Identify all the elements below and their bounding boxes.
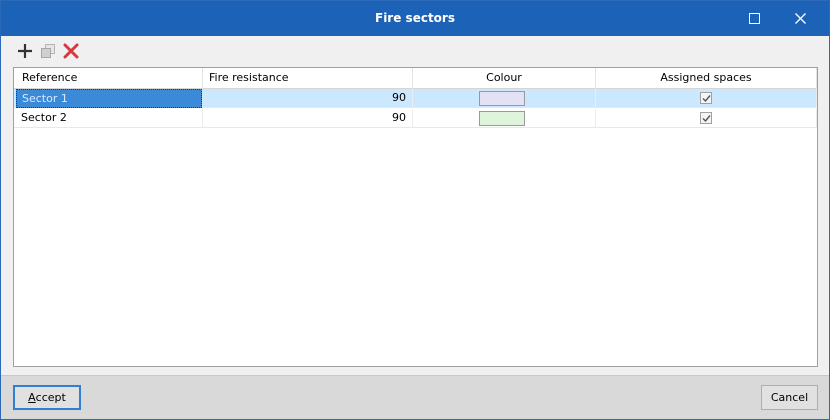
column-header-reference[interactable]: Reference <box>14 68 203 89</box>
colour-cell[interactable] <box>413 89 596 108</box>
column-header-colour[interactable]: Colour <box>413 68 596 89</box>
assigned-spaces-cell <box>596 109 817 128</box>
assigned-spaces-checkbox[interactable] <box>700 112 712 124</box>
add-button[interactable] <box>15 41 35 61</box>
cancel-button[interactable]: Cancel <box>761 385 818 410</box>
close-icon <box>794 13 806 24</box>
window-title: Fire sectors <box>375 11 455 25</box>
copy-button[interactable] <box>38 41 58 61</box>
accept-button[interactable]: Accept <box>13 385 81 410</box>
assigned-spaces-checkbox[interactable] <box>700 92 712 104</box>
column-header-fire-resistance[interactable]: Fire resistance <box>203 68 413 89</box>
table-row[interactable]: Sector 1 90 <box>14 89 817 108</box>
reference-cell[interactable]: Sector 1 <box>16 89 202 108</box>
accept-mnemonic: A <box>28 391 36 404</box>
fire-sectors-dialog: Fire sectors Reference Fire resistance C… <box>0 0 830 420</box>
checkmark-icon <box>702 114 711 122</box>
add-icon <box>18 44 32 58</box>
delete-button[interactable] <box>61 41 81 61</box>
maximize-icon <box>748 13 760 24</box>
colour-swatch[interactable] <box>479 91 525 106</box>
colour-swatch[interactable] <box>479 111 525 126</box>
delete-icon <box>63 43 79 59</box>
fire-resistance-cell[interactable]: 90 <box>203 89 413 108</box>
reference-cell[interactable]: Sector 2 <box>14 109 203 128</box>
assigned-spaces-cell <box>596 89 817 108</box>
close-button[interactable] <box>777 1 823 36</box>
title-bar[interactable]: Fire sectors <box>1 1 829 36</box>
colour-cell[interactable] <box>413 109 596 128</box>
checkmark-icon <box>702 94 711 102</box>
maximize-button[interactable] <box>731 1 777 36</box>
column-header-assigned-spaces[interactable]: Assigned spaces <box>596 68 817 89</box>
dialog-footer: Accept Cancel <box>1 375 829 419</box>
accept-label: ccept <box>35 391 66 404</box>
copy-icon <box>41 44 55 58</box>
fire-resistance-cell[interactable]: 90 <box>203 109 413 128</box>
table-row[interactable]: Sector 2 90 <box>14 109 817 128</box>
toolbar <box>13 41 313 61</box>
table-header: Reference Fire resistance Colour Assigne… <box>14 68 817 89</box>
fire-sectors-table: Reference Fire resistance Colour Assigne… <box>13 67 818 367</box>
